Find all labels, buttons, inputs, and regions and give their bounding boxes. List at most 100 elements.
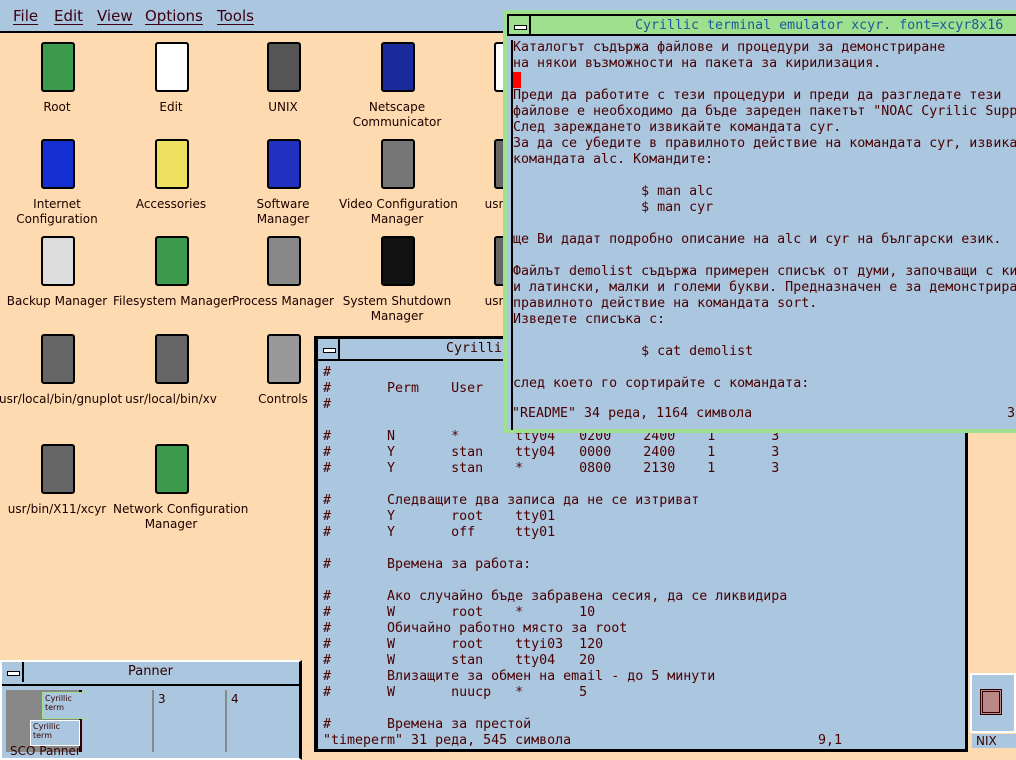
- icon-label: Network Configuration Manager: [113, 502, 249, 531]
- panner-status: SCO Panner: [10, 744, 81, 758]
- terminal-line: За да се убедите в правилното действие н…: [513, 136, 1016, 151]
- desktop-icon[interactable]: Filesystem Manager: [113, 232, 233, 309]
- icon-label: Video Configuration Manager: [339, 197, 458, 226]
- icon-label: Netscape Communicator: [352, 100, 442, 129]
- menu-view[interactable]: View: [97, 7, 133, 25]
- window-menu-button[interactable]: [509, 16, 531, 36]
- terminal-line: # Времена за работа:: [323, 557, 532, 572]
- terminal-line: командата alc. Командите:: [513, 152, 714, 167]
- window-title: Cyrillic terminal emulator xcyr. font=xc…: [635, 18, 1004, 33]
- menu-options[interactable]: Options: [145, 7, 203, 25]
- panner-workspaces[interactable]: 3 4 Cyrillic term Cyrillic term: [6, 690, 298, 752]
- text-cursor: [513, 72, 521, 88]
- icon-label: Process Manager: [232, 294, 334, 308]
- terminal-line: ще Ви дадат подробно описание на alc и c…: [513, 232, 1002, 247]
- desktop-icon[interactable]: Netscape Communicator: [339, 38, 455, 130]
- computer-icon: [141, 330, 201, 390]
- mini-window-active[interactable]: Cyrillic term: [42, 692, 88, 719]
- desktop-icon[interactable]: Root: [0, 38, 115, 115]
- panner-window[interactable]: Panner 3 4 Cyrillic term Cyrillic term S…: [0, 660, 302, 760]
- terminal-line: $ man alc: [513, 184, 714, 199]
- terminal-line: # Влизащите за обмен на email - до 5 мин…: [323, 669, 716, 684]
- desktop-icon[interactable]: Edit: [113, 38, 229, 115]
- terminal-line: След зареждането извикайте командата cyr…: [513, 120, 842, 135]
- workspace-label: 3: [158, 692, 166, 706]
- icon-label: usr/bin/X11/xcyr: [7, 502, 107, 516]
- status-line: "README" 34 реда, 1164 символа: [512, 406, 753, 421]
- status-line: "timeperm" 31 реда, 545 символа: [323, 733, 572, 748]
- terminal-line: Изведете списъка с:: [513, 312, 666, 327]
- icon-label: Accessories: [135, 197, 207, 211]
- terminal-line: [513, 72, 1016, 88]
- desktop-icon[interactable]: Accessories: [113, 135, 229, 212]
- desktop-icon[interactable]: usr/local/bin/xv: [113, 330, 229, 407]
- desktop-icon[interactable]: Software Manager: [225, 135, 341, 227]
- icon-label: Internet Configuration: [16, 197, 98, 226]
- status-right: 3: [1007, 406, 1016, 421]
- terminal-line: # W stan tty04 20: [323, 653, 596, 668]
- icon-label: usr/local/bin/xv: [125, 392, 217, 406]
- workspace-2[interactable]: [82, 690, 154, 752]
- menu-edit[interactable]: Edit: [54, 7, 83, 25]
- ship-wheel-icon: [367, 38, 427, 98]
- terminal-line: след което го сортирайте с командата:: [513, 376, 810, 391]
- icon-label: usr/local/bin/gnuplot: [0, 392, 123, 406]
- title-bar[interactable]: Cyrillic terminal emulator xcyr. font=xc…: [507, 14, 1016, 36]
- desktop-icon[interactable]: Internet Configuration: [0, 135, 115, 227]
- terminal-line: # W root ttyi03 120: [323, 637, 604, 652]
- file-cabinet-icon: [27, 38, 87, 98]
- desktop-icon[interactable]: usr/local/bin/gnuplot: [0, 330, 123, 407]
- network-card-icon: [141, 440, 201, 500]
- terminal-content[interactable]: Каталогът съдържа файлове и процедури за…: [511, 40, 1016, 430]
- terminal-line: # Y root tty01: [323, 509, 556, 524]
- desktop-icon[interactable]: Backup Manager: [0, 232, 115, 309]
- terminal-line: # Y off tty01: [323, 525, 556, 540]
- computer-icon: [27, 330, 87, 390]
- filesystem-icon: [141, 232, 201, 292]
- panner-title-bar[interactable]: Panner: [2, 662, 299, 686]
- menu-file[interactable]: File: [13, 7, 38, 25]
- terminal-window-readme[interactable]: Cyrillic terminal emulator xcyr. font=xc…: [503, 10, 1016, 433]
- terminal-line: и латински, малки и големи букви. Предна…: [513, 280, 1016, 295]
- desktop-icon[interactable]: System Shutdown Manager: [339, 232, 455, 324]
- desktop-icon[interactable]: Video Configuration Manager: [339, 135, 458, 227]
- icon-label: Edit: [159, 100, 183, 114]
- workspace-label: 4: [231, 692, 239, 706]
- disk-software-icon: [253, 135, 313, 195]
- desktop-icon[interactable]: usr/bin/X11/xcyr: [0, 440, 115, 517]
- icon-label: NIX: [972, 734, 1016, 748]
- terminal-line: # Y stan * 0800 2130 1 3: [323, 461, 780, 476]
- icon-label: UNIX: [268, 100, 298, 114]
- menu-tools[interactable]: Tools: [217, 7, 254, 25]
- mini-window[interactable]: Cyrillic term: [30, 720, 80, 746]
- terminal-line: правилното действие на командата sort.: [513, 296, 818, 311]
- computer-icon: [27, 440, 87, 500]
- window-title: Cyrillic: [446, 341, 511, 356]
- window-menu-button[interactable]: [318, 339, 340, 359]
- terminal-line: $ cat demolist: [513, 344, 754, 359]
- desktop-icon[interactable]: Network Configuration Manager: [113, 440, 249, 532]
- terminal-line: # Времена за престой: [323, 717, 532, 732]
- shutdown-moon-icon: [367, 232, 427, 292]
- desktop-icon[interactable]: UNIX: [225, 38, 341, 115]
- notepad-pencil-icon: [141, 38, 201, 98]
- unix-grid-icon[interactable]: [970, 673, 1016, 733]
- workspace-4[interactable]: 4: [227, 690, 298, 752]
- backup-tape-icon: [27, 232, 87, 292]
- icon-label: System Shutdown Manager: [342, 294, 452, 323]
- terminal-line: # Ако случайно бъде забравена сесия, да …: [323, 589, 788, 604]
- workspace-3[interactable]: 3: [154, 690, 227, 752]
- icon-label: Filesystem Manager: [113, 294, 233, 308]
- terminal-line: Каталогът съдържа файлове и процедури за…: [513, 40, 946, 55]
- terminal-line: файлове е необходимо да бъде зареден пак…: [513, 104, 1016, 119]
- folder-gauge-icon: [253, 330, 313, 390]
- terminal-line: # Следващите два записа да не се изтрива…: [323, 493, 700, 508]
- desktop-icon[interactable]: Process Manager: [225, 232, 341, 309]
